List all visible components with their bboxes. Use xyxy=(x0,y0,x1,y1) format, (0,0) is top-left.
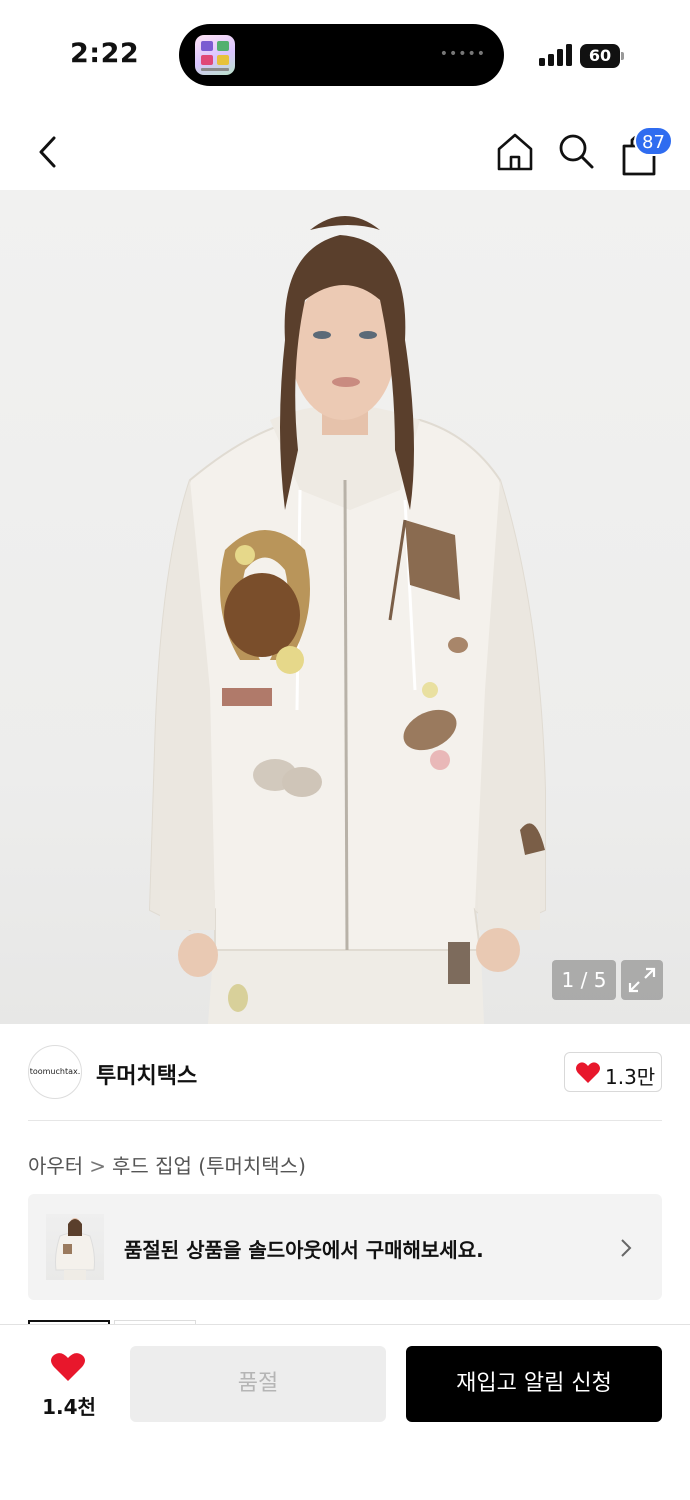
product-image[interactable]: 1 / 5 xyxy=(0,190,690,1024)
dynamic-island[interactable]: ••••• xyxy=(179,24,504,86)
bottom-action-bar: 1.4천 품절 재입고 알림 신청 xyxy=(0,1324,690,1500)
home-button[interactable] xyxy=(494,130,536,174)
battery-level: 60 xyxy=(580,44,620,68)
battery-icon: 60 xyxy=(580,44,624,68)
expand-image-button[interactable] xyxy=(621,960,663,1000)
top-navigation xyxy=(0,110,690,190)
status-time: 2:22 xyxy=(70,38,140,69)
soldout-banner[interactable]: 품절된 상품을 솔드아웃에서 구매해보세요. xyxy=(28,1194,662,1300)
breadcrumb: 아우터 > 후드 집업 (투머치택스) xyxy=(28,1150,306,1179)
back-button[interactable] xyxy=(30,130,70,174)
breadcrumb-separator: > xyxy=(89,1154,106,1178)
signal-icon xyxy=(539,44,573,66)
wishlist-count: 1.4천 xyxy=(42,1395,96,1419)
back-icon xyxy=(39,136,56,168)
brand-like-count: 1.3만 xyxy=(605,1065,656,1089)
product-photo xyxy=(148,216,546,1024)
search-button[interactable] xyxy=(555,130,597,174)
heart-icon xyxy=(576,1062,600,1083)
chevron-right-icon xyxy=(621,1239,632,1257)
breadcrumb-subcategory[interactable]: 후드 집업 (투머치택스) xyxy=(112,1154,306,1178)
divider xyxy=(28,1120,662,1121)
expand-icon xyxy=(628,967,656,993)
search-icon xyxy=(559,134,594,169)
restock-alert-button[interactable]: 재입고 알림 신청 xyxy=(406,1346,662,1422)
island-dots: ••••• xyxy=(439,46,486,62)
brand-like-button[interactable]: 1.3만 xyxy=(564,1052,662,1092)
brand-name[interactable]: 투머치택스 xyxy=(96,1058,197,1090)
wishlist-button[interactable]: 1.4천 xyxy=(28,1345,110,1425)
brand-logo[interactable]: toomuchtax. xyxy=(28,1045,82,1099)
cart-count-badge: 87 xyxy=(634,126,673,156)
banner-thumbnail xyxy=(46,1214,104,1280)
heart-icon xyxy=(51,1353,85,1381)
live-activity-app-icon xyxy=(195,35,235,75)
soldout-banner-text: 품절된 상품을 솔드아웃에서 구매해보세요. xyxy=(124,1238,484,1262)
status-bar: 2:22 ••••• 60 xyxy=(0,0,690,110)
home-icon xyxy=(497,133,533,171)
soldout-button[interactable]: 품절 xyxy=(130,1346,386,1422)
brand-row: toomuchtax. 투머치택스 1.3만 xyxy=(0,1024,690,1120)
breadcrumb-category[interactable]: 아우터 xyxy=(28,1154,83,1178)
image-counter: 1 / 5 xyxy=(552,960,616,1000)
